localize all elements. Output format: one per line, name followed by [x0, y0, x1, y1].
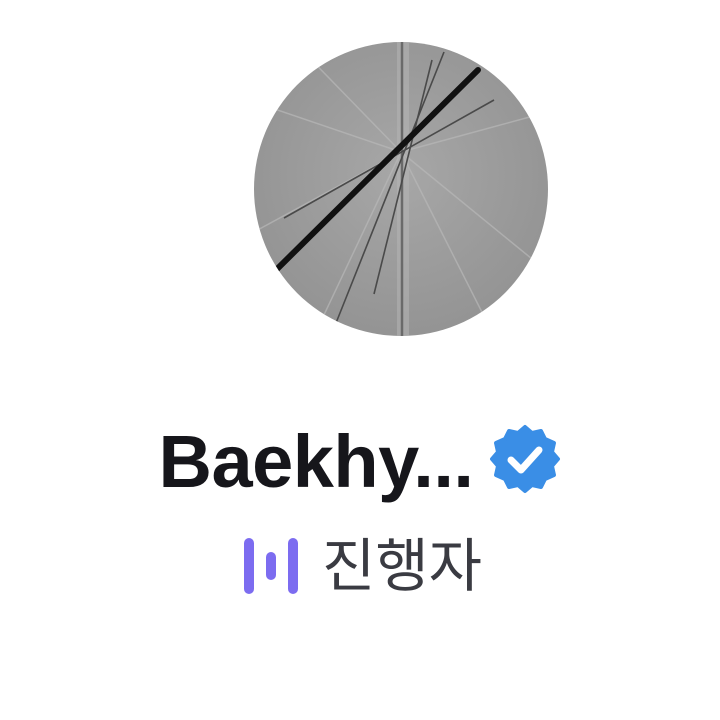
profile-card: Baekhy... 진행자: [0, 0, 720, 720]
role-row: 진행자: [0, 526, 720, 606]
avatar[interactable]: [254, 42, 548, 336]
role-label: 진행자: [321, 532, 483, 600]
verified-badge-icon: [490, 425, 561, 493]
avatar-image: [254, 42, 548, 336]
name-row: Baekhy...: [0, 412, 720, 512]
audio-bars-icon: [243, 538, 298, 594]
display-name[interactable]: Baekhy...: [159, 425, 474, 499]
